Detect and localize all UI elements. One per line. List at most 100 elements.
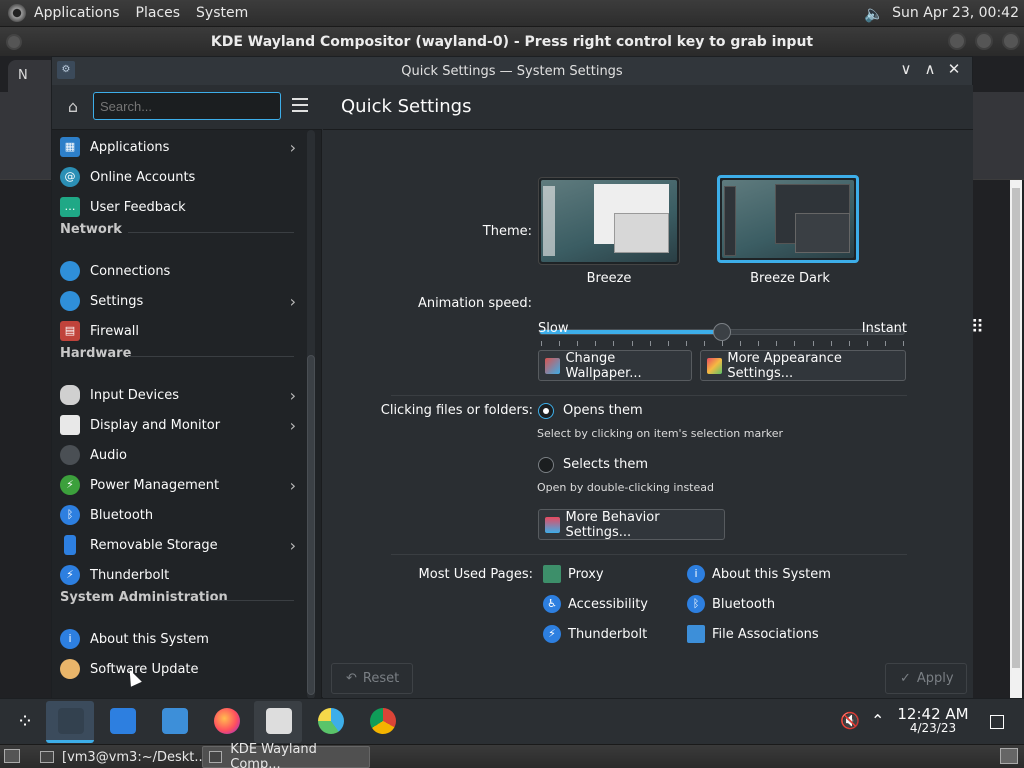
system-settings-icon bbox=[58, 708, 84, 734]
host-minimize-button[interactable] bbox=[948, 32, 966, 50]
task-filelight[interactable] bbox=[306, 701, 354, 743]
section-system-administration: System Administration bbox=[60, 590, 294, 610]
software-update-icon bbox=[60, 659, 80, 679]
chevron-right-icon: › bbox=[289, 536, 296, 555]
task-terminal[interactable]: [vm3@vm3:~/Deskt... bbox=[34, 746, 213, 768]
apply-button[interactable]: ✓ Apply bbox=[885, 663, 967, 694]
task-terminal-label: [vm3@vm3:~/Deskt... bbox=[62, 749, 207, 765]
slider-handle[interactable] bbox=[713, 323, 731, 341]
host-window-titlebar[interactable]: KDE Wayland Compositor (wayland-0) - Pre… bbox=[0, 27, 1024, 56]
opens-them-radio[interactable] bbox=[538, 403, 554, 419]
window-icon bbox=[209, 751, 223, 763]
sidebar-item-audio[interactable]: Audio bbox=[52, 441, 300, 469]
maximize-button[interactable]: ∧ bbox=[918, 60, 942, 78]
sidebar-item-firewall[interactable]: ▤ Firewall bbox=[52, 317, 300, 345]
most-used-proxy[interactable]: Proxy bbox=[543, 565, 604, 583]
gnome-foot-icon[interactable] bbox=[8, 4, 26, 22]
sidebar-item-bluetooth[interactable]: ᛒ Bluetooth bbox=[52, 501, 300, 529]
close-button[interactable]: ✕ bbox=[942, 60, 966, 78]
app-launcher-button[interactable]: ⁘ bbox=[0, 701, 48, 743]
reset-icon: ↶ bbox=[346, 671, 357, 686]
sidebar-item-label: Input Devices bbox=[90, 387, 180, 403]
sidebar-item-applications[interactable]: ▦ Applications › bbox=[52, 133, 300, 161]
separator bbox=[391, 554, 907, 555]
firewall-icon: ▤ bbox=[60, 321, 80, 341]
terminal-icon bbox=[40, 751, 54, 763]
most-used-accessibility[interactable]: ♿ Accessibility bbox=[543, 595, 648, 613]
most-used-file-associations[interactable]: File Associations bbox=[687, 625, 819, 643]
sidebar-item-about-system[interactable]: i About this System bbox=[52, 625, 300, 653]
sidebar-item-user-feedback[interactable]: … User Feedback bbox=[52, 193, 300, 221]
system-settings-app-icon[interactable]: ⚙ bbox=[57, 61, 75, 79]
muted-speaker-icon[interactable]: 🔇 bbox=[840, 711, 860, 730]
separator bbox=[391, 395, 907, 396]
digital-clock[interactable]: 12:42 AM 4/23/23 bbox=[892, 707, 974, 736]
usb-icon bbox=[64, 535, 76, 555]
window-titlebar[interactable]: ⚙ Quick Settings — System Settings ∨ ∧ ✕ bbox=[52, 57, 972, 85]
task-firefox[interactable] bbox=[202, 701, 250, 743]
sidebar-item-online-accounts[interactable]: @ Online Accounts bbox=[52, 163, 300, 191]
sidebar-item-power[interactable]: ⚡ Power Management › bbox=[52, 471, 300, 499]
sidebar-item-network-settings[interactable]: Settings › bbox=[52, 287, 300, 315]
task-dolphin[interactable] bbox=[150, 701, 198, 743]
more-behavior-button[interactable]: More Behavior Settings... bbox=[538, 509, 725, 540]
show-desktop-icon[interactable] bbox=[4, 749, 20, 763]
places-menu[interactable]: Places bbox=[136, 5, 181, 21]
most-used-label-about: About this System bbox=[712, 566, 831, 582]
theme-caption-breeze-dark: Breeze Dark bbox=[750, 271, 830, 286]
theme-breeze-dark-thumbnail[interactable] bbox=[717, 175, 859, 263]
sidebar-item-label: Bluetooth bbox=[90, 507, 154, 523]
checkmark-icon: ✓ bbox=[900, 671, 911, 686]
task-discover[interactable] bbox=[98, 701, 146, 743]
show-desktop-icon[interactable] bbox=[990, 715, 1004, 729]
system-menu[interactable]: System bbox=[196, 5, 248, 21]
task-system-settings[interactable] bbox=[46, 701, 94, 743]
more-appearance-button[interactable]: More Appearance Settings... bbox=[700, 350, 906, 381]
home-icon[interactable]: ⌂ bbox=[62, 97, 84, 117]
sidebar-item-thunderbolt[interactable]: ⚡ Thunderbolt bbox=[52, 561, 300, 589]
slow-label: Slow bbox=[538, 321, 569, 336]
sidebar-item-display[interactable]: Display and Monitor › bbox=[52, 411, 300, 439]
reset-label: Reset bbox=[362, 671, 400, 686]
online-accounts-icon: @ bbox=[60, 167, 80, 187]
sidebar-item-label: About this System bbox=[90, 631, 209, 647]
sidebar-item-removable-storage[interactable]: Removable Storage › bbox=[52, 531, 300, 559]
appearance-icon bbox=[707, 357, 723, 374]
task-chrome[interactable] bbox=[358, 701, 406, 743]
sidebar-item-connections[interactable]: Connections bbox=[52, 257, 300, 285]
panel-clock[interactable]: Sun Apr 23, 00:42 bbox=[892, 5, 1019, 21]
selects-them-radio[interactable] bbox=[538, 457, 554, 473]
chevron-right-icon: › bbox=[289, 386, 296, 405]
most-used-label-thunderbolt: Thunderbolt bbox=[568, 626, 648, 642]
clock-date: 4/23/23 bbox=[909, 721, 957, 735]
speaker-icon bbox=[60, 445, 80, 465]
theme-breeze-thumbnail[interactable] bbox=[538, 177, 680, 265]
opens-them-hint: Select by clicking on item's selection m… bbox=[537, 427, 783, 440]
sidebar-scrollbar[interactable] bbox=[307, 130, 315, 699]
selects-them-label[interactable]: Selects them bbox=[563, 457, 648, 472]
theme-label: Theme: bbox=[482, 224, 532, 239]
hamburger-menu-icon[interactable] bbox=[292, 98, 308, 112]
chrome-scrollbar[interactable] bbox=[1010, 180, 1022, 698]
most-used-thunderbolt[interactable]: ⚡ Thunderbolt bbox=[543, 625, 647, 643]
reset-button[interactable]: ↶ Reset bbox=[331, 663, 413, 694]
window-menu-icon[interactable] bbox=[6, 34, 22, 50]
most-used-about-system[interactable]: i About this System bbox=[687, 565, 831, 583]
opens-them-label[interactable]: Opens them bbox=[563, 403, 643, 418]
monitor-icon bbox=[60, 415, 80, 435]
search-input[interactable] bbox=[93, 92, 281, 120]
task-wayland-compositor[interactable] bbox=[254, 701, 302, 743]
applications-menu[interactable]: Applications bbox=[34, 5, 120, 21]
sidebar-item-software-update[interactable]: Software Update bbox=[52, 655, 300, 683]
sidebar-item-input-devices[interactable]: Input Devices › bbox=[52, 381, 300, 409]
host-close-button[interactable] bbox=[1002, 32, 1020, 50]
tray-expand-icon[interactable]: ⌃ bbox=[871, 711, 884, 730]
task-kde-wayland[interactable]: KDE Wayland Comp... bbox=[202, 742, 370, 768]
host-maximize-button[interactable] bbox=[975, 32, 993, 50]
minimize-button[interactable]: ∨ bbox=[894, 60, 918, 78]
change-wallpaper-button[interactable]: Change Wallpaper... bbox=[538, 350, 692, 381]
volume-icon[interactable]: 🔈 bbox=[864, 4, 884, 23]
most-used-bluetooth[interactable]: ᛒ Bluetooth bbox=[687, 595, 775, 613]
clicking-label: Clicking files or folders: bbox=[380, 403, 533, 418]
workspace-switcher-icon[interactable] bbox=[1000, 748, 1018, 764]
